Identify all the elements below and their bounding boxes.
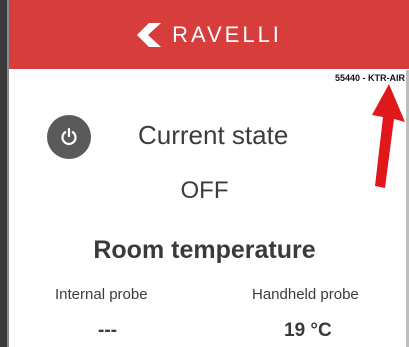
ravelli-logo-icon [137, 23, 162, 47]
internal-probe-label: Internal probe [55, 286, 148, 303]
brand: RAVELLI [9, 22, 409, 48]
brand-name: RAVELLI [172, 22, 282, 47]
handheld-probe-label: Handheld probe [252, 286, 359, 303]
internal-probe-value: --- [98, 320, 117, 341]
device-frame-edge [0, 0, 7, 347]
app-header: RAVELLI [9, 0, 409, 69]
room-temperature-title: Room temperature [93, 236, 316, 264]
power-button[interactable] [47, 115, 91, 159]
app-screen: RAVELLI 55440 - KTR-AIR Current state OF… [0, 0, 409, 347]
power-icon [61, 127, 77, 146]
red-arrow-icon [372, 84, 405, 188]
current-state-value: OFF [180, 177, 229, 204]
current-state-label: Current state [138, 120, 289, 150]
handheld-probe-value: 19 °C [284, 320, 332, 341]
